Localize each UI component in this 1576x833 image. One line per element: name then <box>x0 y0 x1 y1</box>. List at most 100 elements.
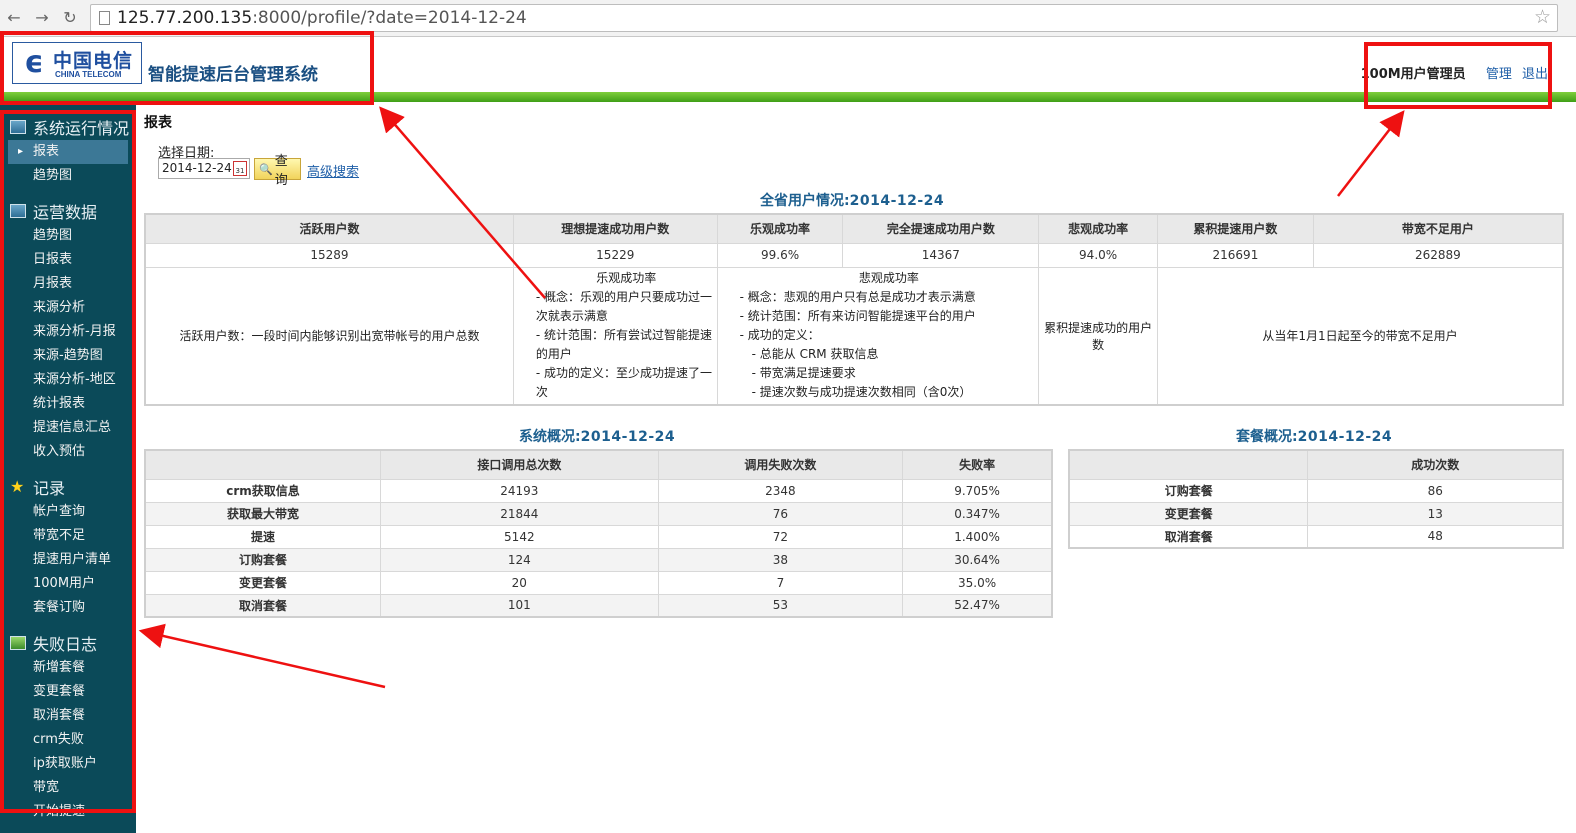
arrow-to-sidebar <box>138 623 386 689</box>
row-label-cell: 取消套餐 <box>144 593 382 618</box>
province-value-cell: 99.6% <box>716 242 844 268</box>
province-title-date: 2014-12-24 <box>849 193 945 209</box>
row-label-cell: 变更套餐 <box>1068 501 1309 526</box>
desc-pes-line: - 成功的定义： <box>739 328 820 343</box>
table-row: 变更套餐 20 7 35.0% <box>144 570 1053 595</box>
province-header-cell: 带宽不足用户 <box>1312 213 1564 244</box>
package-title-label: 套餐概况: <box>1236 429 1298 445</box>
row-label-cell: crm获取信息 <box>144 478 382 503</box>
package-section-title: 套餐概况:2014-12-24 <box>1236 426 1392 446</box>
province-value-row: 15289 15229 99.6% 14367 94.0% 216691 262889 <box>144 242 1564 268</box>
url-host: 125.77.200.135 <box>117 8 253 28</box>
table-row: 订购套餐 124 38 30.64% <box>144 547 1053 572</box>
query-button[interactable]: 🔍 查询 <box>254 154 301 188</box>
province-header-cell: 理想提速成功用户数 <box>512 213 718 244</box>
province-header-cell: 累积提速用户数 <box>1157 213 1314 244</box>
value-cell: 0.347% <box>902 501 1053 526</box>
value-cell: 21844 <box>380 501 659 526</box>
value-cell: 124 <box>380 547 659 572</box>
province-header-cell: 活跃用户数 <box>144 213 514 244</box>
system-header-cell: 失败率 <box>902 449 1053 480</box>
query-button-label: 查询 <box>274 154 288 188</box>
annotation-box-user <box>1364 42 1552 109</box>
calendar-icon[interactable]: 31 <box>233 161 247 176</box>
value-cell: 9.705% <box>902 478 1053 503</box>
arrow-left-icon[interactable]: ← <box>4 8 24 28</box>
province-title-label: 全省用户情况: <box>760 193 850 209</box>
address-bar[interactable]: 125.77.200.135:8000/profile/?date=2014-1… <box>90 4 1558 32</box>
value-cell: 2348 <box>657 478 904 503</box>
url-path: :8000/profile/?date=2014-12-24 <box>252 8 527 28</box>
desc-pes-line: - 概念：悲观的用户只有总是成功才表示满意 <box>739 290 976 305</box>
system-table: 接口调用总次数 调用失败次数 失败率 crm获取信息 24193 2348 9.705% 获取… <box>144 449 1053 618</box>
province-header-cell: 完全提速成功用户数 <box>842 213 1040 244</box>
desc-opt-line: - 概念：乐观的用户只要成功过一次就表示满意 <box>535 290 713 324</box>
arrow-to-user <box>1337 110 1405 197</box>
url-text[interactable]: 125.77.200.135:8000/profile/?date=2014-1… <box>117 8 527 28</box>
value-cell: 35.0% <box>902 570 1053 595</box>
value-cell: 72 <box>657 524 904 549</box>
table-row: 变更套餐 13 <box>1068 501 1564 526</box>
province-value-cell: 94.0% <box>1038 242 1159 268</box>
desc-insufficient: 从当年1月1日起至今的带宽不足用户 <box>1157 266 1564 406</box>
star-icon[interactable]: ☆ <box>1534 6 1551 28</box>
annotation-box-header <box>0 31 374 105</box>
row-label-cell: 获取最大带宽 <box>144 501 382 526</box>
value-cell: 5142 <box>380 524 659 549</box>
package-header-row: 成功次数 <box>1068 449 1564 480</box>
value-cell: 48 <box>1307 524 1564 549</box>
system-section-title: 系统概况:2014-12-24 <box>519 426 675 446</box>
desc-cumulative: 累积提速成功的用户数 <box>1038 266 1159 406</box>
province-desc-row: 活跃用户数：一段时间内能够识别出宽带帐号的用户总数 乐观成功率 - 概念：乐观的用… <box>144 266 1564 406</box>
system-header-cell <box>144 449 382 480</box>
desc-pes-line: - 总能从 CRM 获取信息 <box>751 347 879 362</box>
annotation-arrows <box>138 106 1405 689</box>
province-value-cell: 15229 <box>512 242 718 268</box>
row-label-cell: 提速 <box>144 524 382 549</box>
province-value-cell: 14367 <box>842 242 1040 268</box>
desc-pes-line: - 带宽满足提速要求 <box>751 366 856 381</box>
advanced-search-link[interactable]: 高级搜索 <box>307 161 359 180</box>
province-header-cell: 乐观成功率 <box>716 213 844 244</box>
province-value-cell: 216691 <box>1157 242 1314 268</box>
system-title-label: 系统概况: <box>519 429 581 445</box>
annotation-box-sidebar <box>0 110 136 813</box>
desc-pes-line: - 提速次数与成功提速次数相同（含0次） <box>751 385 972 400</box>
table-row: crm获取信息 24193 2348 9.705% <box>144 478 1053 503</box>
province-value-cell: 262889 <box>1312 242 1564 268</box>
row-label-cell: 取消套餐 <box>1068 524 1309 549</box>
value-cell: 86 <box>1307 478 1564 503</box>
system-title-date: 2014-12-24 <box>580 429 676 445</box>
page-title: 报表 <box>144 115 172 131</box>
value-cell: 30.64% <box>902 547 1053 572</box>
row-label-cell: 订购套餐 <box>1068 478 1309 503</box>
desc-active: 活跃用户数：一段时间内能够识别出宽带帐号的用户总数 <box>144 266 514 406</box>
value-cell: 38 <box>657 547 904 572</box>
row-label-cell: 订购套餐 <box>144 547 382 572</box>
table-row: 获取最大带宽 21844 76 0.347% <box>144 501 1053 526</box>
desc-opt-line: - 成功的定义：至少成功提速了一次 <box>535 366 713 400</box>
package-header-cell <box>1068 449 1309 480</box>
value-cell: 76 <box>657 501 904 526</box>
system-header-cell: 接口调用总次数 <box>380 449 659 480</box>
desc-pessimistic: 悲观成功率 - 概念：悲观的用户只有总是成功才表示满意 - 统计范围：所有来访问智能… <box>716 266 1040 406</box>
table-row: 取消套餐 48 <box>1068 524 1564 549</box>
value-cell: 101 <box>380 593 659 618</box>
page-icon <box>99 11 110 25</box>
arrow-right-icon[interactable]: → <box>32 8 52 28</box>
value-cell: 52.47% <box>902 593 1053 618</box>
package-title-date: 2014-12-24 <box>1297 429 1393 445</box>
province-value-cell: 15289 <box>144 242 514 268</box>
province-section-title: 全省用户情况:2014-12-24 <box>760 190 944 210</box>
desc-pes-line: - 统计范围：所有来访问智能提速平台的用户 <box>739 309 976 324</box>
desc-optimistic: 乐观成功率 - 概念：乐观的用户只要成功过一次就表示满意 - 统计范围：所有尝试过智… <box>512 266 718 406</box>
value-cell: 1.400% <box>902 524 1053 549</box>
row-label-cell: 变更套餐 <box>144 570 382 595</box>
desc-opt-title: 乐观成功率 <box>596 271 657 286</box>
province-table: 活跃用户数 理想提速成功用户数 乐观成功率 完全提速成功用户数 悲观成功率 累积提速用户数… <box>144 213 1564 406</box>
value-cell: 13 <box>1307 501 1564 526</box>
reload-icon[interactable]: ↻ <box>60 8 80 28</box>
package-header-cell: 成功次数 <box>1307 449 1564 480</box>
table-row: 订购套餐 86 <box>1068 478 1564 503</box>
desc-pes-title: 悲观成功率 <box>858 271 919 286</box>
